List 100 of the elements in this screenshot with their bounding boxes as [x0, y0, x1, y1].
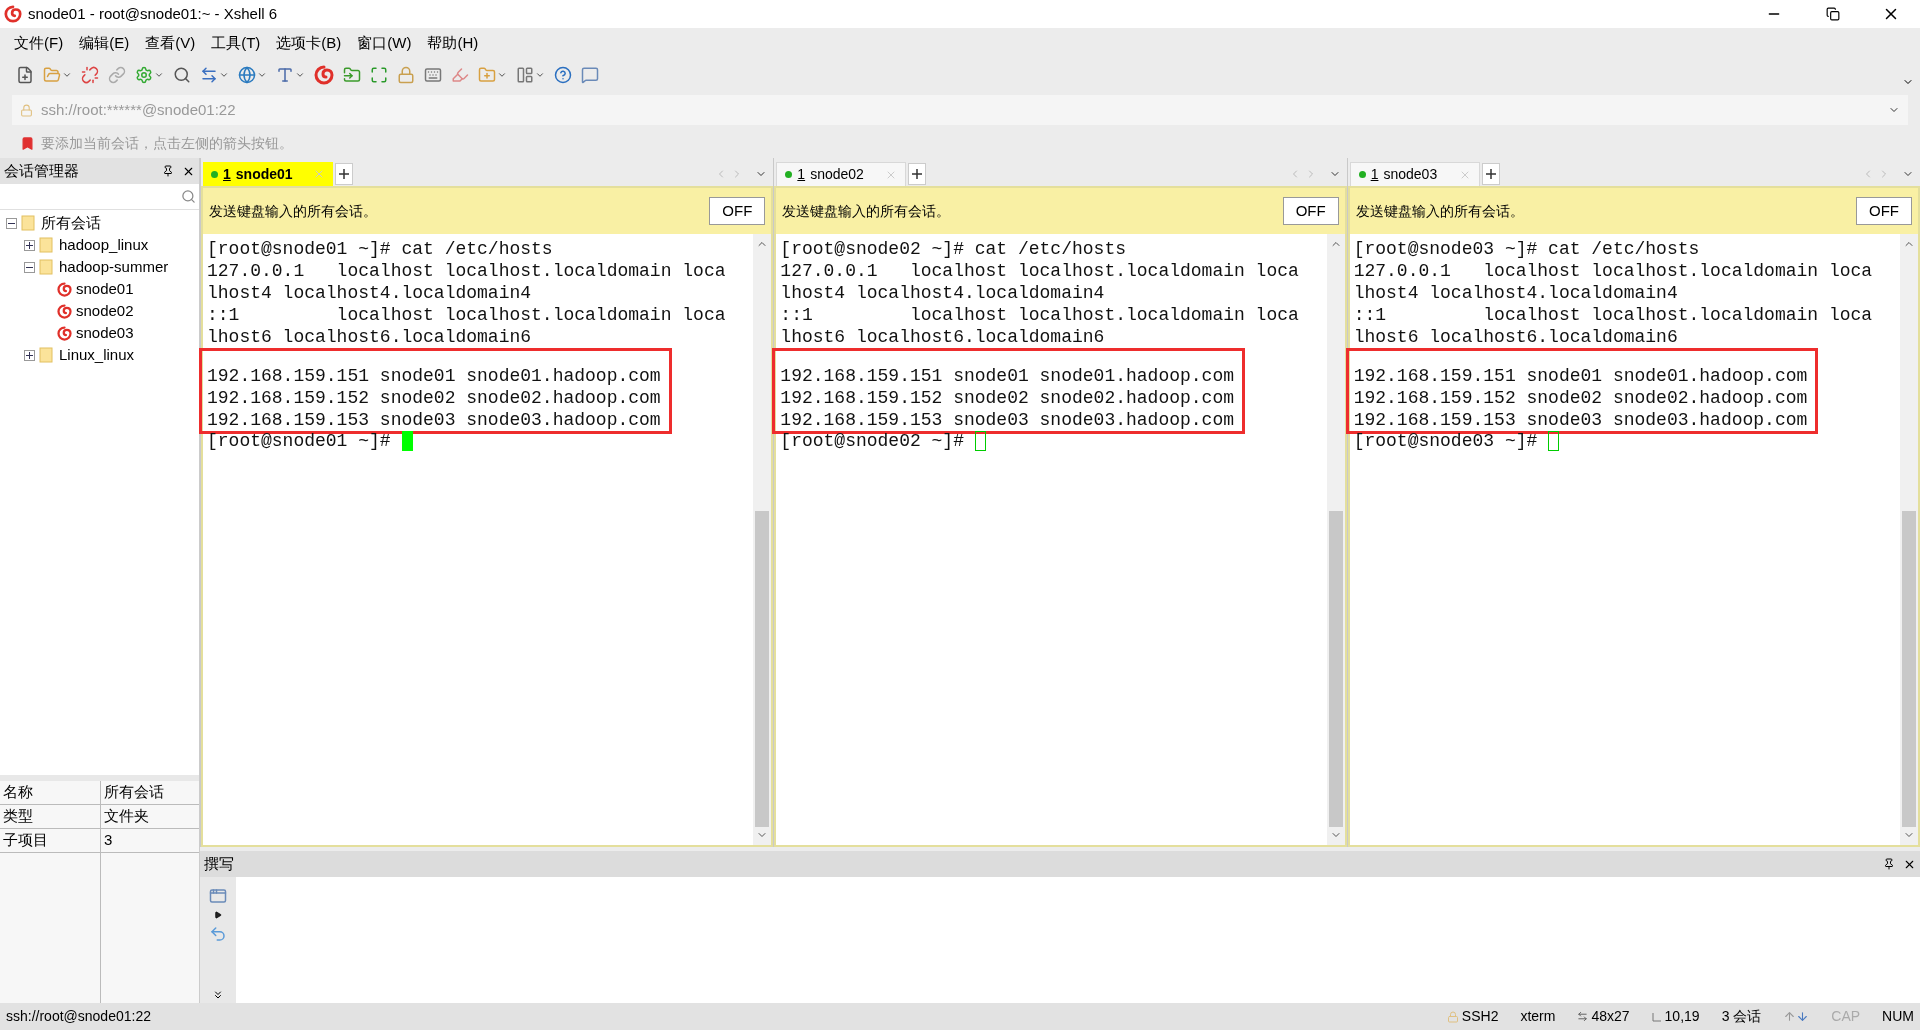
status-item: xterm — [1520, 1007, 1556, 1026]
folder-icon[interactable] — [43, 66, 61, 84]
folder-icon — [39, 259, 55, 275]
pin-icon[interactable] — [162, 165, 174, 177]
menu-item[interactable]: 工具(T) — [211, 31, 261, 55]
help-icon[interactable] — [554, 66, 572, 84]
session-tab[interactable]: 1 snode01 — [203, 162, 333, 186]
status-item: SSH2 — [1461, 1007, 1499, 1026]
plus-icon — [1485, 169, 1496, 179]
terminal-line: [root@snode03 ~]# cat /etc/hosts — [1353, 238, 1700, 260]
search-icon — [181, 189, 196, 204]
folder-icon[interactable] — [343, 66, 361, 84]
tree-item[interactable]: Linux_linux — [59, 343, 135, 367]
new-session-icon[interactable] — [16, 66, 34, 84]
terminal-line: [root@snode02 ~]# — [780, 430, 964, 452]
expand-icon[interactable] — [212, 989, 224, 1001]
bookmark-icon[interactable] — [20, 135, 35, 151]
add-tab-button[interactable] — [1481, 163, 1500, 185]
session-tab[interactable]: 1 snode02 — [776, 162, 907, 186]
fullscreen-icon[interactable] — [370, 66, 388, 84]
position-icon — [1651, 1011, 1662, 1022]
terminal-line: lhost4 localhost4.localdomain4 — [1353, 282, 1678, 304]
menu-item[interactable]: 查看(V) — [145, 31, 196, 55]
terminal-line: [root@snode02 ~]# cat /etc/hosts — [780, 238, 1126, 260]
caret-icon[interactable] — [62, 70, 72, 80]
menu-item[interactable]: 编辑(E) — [79, 31, 130, 55]
session-icon — [57, 325, 72, 341]
scroll-bar[interactable] — [753, 234, 772, 845]
upload-icon — [1783, 1010, 1797, 1023]
pin-icon[interactable] — [1883, 858, 1895, 870]
download-icon — [1796, 1010, 1810, 1023]
tree-item[interactable]: snode02 — [76, 299, 134, 323]
lock-icon — [20, 103, 33, 117]
size-icon — [1577, 1011, 1589, 1022]
link-icon[interactable] — [108, 66, 126, 84]
terminal-line: 192.168.159.153 snode03 snode03.hadoop.com — [207, 409, 661, 431]
off-button[interactable]: OFF — [1856, 197, 1912, 225]
caret-icon[interactable] — [295, 70, 305, 80]
caret-icon[interactable] — [257, 70, 267, 80]
swirl-logo-icon — [4, 5, 22, 23]
expand-icon[interactable] — [24, 349, 35, 361]
terminal-line: lhost6 localhost6.localdomain6 — [207, 326, 532, 348]
caret-icon[interactable] — [219, 70, 229, 80]
terminal-line: 192.168.159.151 snode01 snode01.hadoop.com — [780, 365, 1234, 387]
swirl-icon — [314, 65, 334, 85]
property-value: 3 — [103, 830, 114, 850]
plus-icon — [339, 169, 349, 179]
tab-label: snode03 — [1383, 165, 1438, 184]
property-name: 名称 — [0, 781, 101, 804]
terminal-line: lhost6 localhost6.localdomain6 — [780, 326, 1105, 348]
transfer-icon[interactable] — [200, 66, 218, 84]
terminal-line: lhost6 localhost6.localdomain6 — [1353, 326, 1678, 348]
layout-icon[interactable] — [516, 66, 534, 84]
highlighter-icon[interactable] — [451, 66, 469, 84]
search-icon[interactable] — [173, 66, 191, 84]
window-title: snode01 - root@snode01:~ - Xshell 6 — [28, 3, 278, 24]
disconnect-icon[interactable] — [81, 66, 99, 84]
collapse-icon[interactable] — [6, 217, 17, 229]
tree-item[interactable]: snode01 — [76, 277, 134, 301]
caret-icon[interactable] — [154, 70, 164, 80]
menu-item[interactable]: 文件(F) — [14, 31, 64, 55]
plus-icon — [912, 169, 923, 179]
tree-item[interactable]: snode03 — [76, 321, 134, 345]
tree-item[interactable]: 所有会话 — [41, 211, 101, 235]
globe-icon[interactable] — [238, 66, 256, 84]
menu-item[interactable]: 帮助(H) — [427, 31, 479, 55]
lock-icon[interactable] — [397, 66, 415, 84]
caret-icon[interactable] — [497, 70, 507, 80]
add-tab-button[interactable] — [908, 163, 927, 185]
tab-number: 1 — [1370, 165, 1379, 184]
scroll-bar[interactable] — [1326, 234, 1345, 845]
property-value: 文件夹 — [103, 806, 150, 826]
undo-icon[interactable] — [209, 925, 227, 943]
menu-item[interactable]: 选项卡(B) — [276, 31, 342, 55]
play-icon[interactable] — [214, 911, 222, 919]
folder-icon — [39, 347, 55, 363]
caret-icon[interactable] — [535, 70, 545, 80]
session-tab[interactable]: 1 snode03 — [1349, 162, 1480, 186]
banner-text: 发送键盘输入的所有会话。 — [782, 201, 951, 221]
off-button[interactable]: OFF — [1282, 197, 1339, 225]
folder-add-icon[interactable] — [478, 66, 496, 84]
collapse-icon[interactable] — [24, 261, 35, 273]
menu-item[interactable]: 窗口(W) — [357, 31, 412, 55]
restore-icon[interactable] — [1826, 7, 1840, 21]
settings-icon[interactable] — [135, 66, 153, 84]
terminal-line: lhost4 localhost4.localdomain4 — [207, 282, 532, 304]
expand-icon[interactable] — [24, 239, 35, 251]
banner-text: 发送键盘输入的所有会话。 — [1355, 201, 1524, 221]
tree-item[interactable]: hadoop-summer — [59, 255, 169, 279]
window-icon[interactable] — [209, 887, 227, 905]
add-tab-button[interactable] — [335, 163, 353, 185]
chat-icon[interactable] — [581, 66, 599, 84]
tab-number: 1 — [223, 164, 231, 184]
off-button[interactable]: OFF — [709, 197, 766, 225]
keyboard-icon[interactable] — [424, 66, 442, 84]
font-icon[interactable] — [276, 66, 294, 84]
hint-text: 要添加当前会话，点击左侧的箭头按钮。 — [41, 133, 293, 153]
tree-item[interactable]: hadoop_linux — [59, 233, 149, 257]
property-name: 子项目 — [0, 829, 101, 852]
scroll-bar[interactable] — [1900, 234, 1918, 845]
